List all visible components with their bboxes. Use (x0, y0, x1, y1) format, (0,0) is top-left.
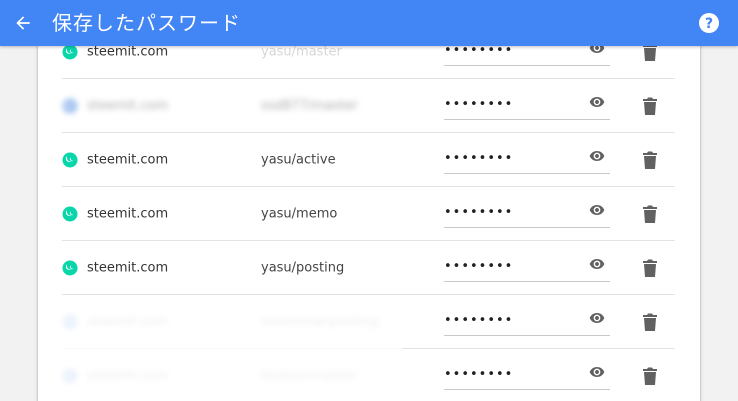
show-password-button[interactable] (586, 147, 608, 165)
site-name[interactable]: steemit.com (87, 261, 168, 276)
username: yasu/active (261, 152, 336, 168)
back-button[interactable] (8, 8, 38, 38)
eye-icon (589, 151, 605, 161)
help-button[interactable]: ? (699, 13, 719, 33)
show-password-button[interactable] (586, 201, 608, 219)
page-title: 保存したパスワード (52, 11, 241, 35)
eye-icon (589, 205, 605, 215)
password-value: •••••••• (444, 151, 514, 166)
eye-icon (589, 97, 605, 107)
site-name[interactable]: steemit.com (87, 153, 168, 168)
password-row: steemit.com yasu/posting •••••••• (62, 241, 675, 295)
eye-icon (589, 367, 605, 377)
show-password-button[interactable] (586, 363, 608, 381)
delete-password-button[interactable] (642, 366, 658, 386)
show-password-button[interactable] (586, 255, 608, 273)
delete-password-button[interactable] (642, 204, 658, 224)
site-name[interactable]: steemit.com (87, 45, 168, 60)
show-password-button[interactable] (586, 309, 608, 327)
password-row: steemit.com ssd877/master •••••••• (62, 79, 675, 133)
password-value: •••••••• (444, 367, 514, 382)
password-field[interactable]: •••••••• (444, 144, 610, 174)
username: ssd877/master (261, 98, 358, 114)
trash-icon (643, 205, 657, 223)
trash-icon (643, 97, 657, 115)
help-icon: ? (699, 13, 719, 33)
eye-icon (589, 313, 605, 323)
password-field[interactable]: •••••••• (444, 360, 610, 390)
site-favicon-icon (62, 206, 78, 222)
password-field[interactable]: •••••••• (444, 198, 610, 228)
delete-password-button[interactable] (642, 258, 658, 278)
svg-text:?: ? (705, 16, 713, 32)
site-favicon-icon (62, 260, 78, 276)
site-favicon-icon (62, 98, 78, 114)
password-value: •••••••• (444, 205, 514, 220)
delete-password-button[interactable] (642, 312, 658, 332)
username: yasu/posting (261, 260, 345, 276)
password-value: •••••••• (444, 313, 514, 328)
password-field[interactable]: •••••••• (444, 90, 610, 120)
site-name[interactable]: steemit.com (87, 99, 168, 114)
trash-icon (643, 151, 657, 169)
delete-password-button[interactable] (642, 150, 658, 170)
trash-icon (643, 367, 657, 385)
password-field[interactable]: •••••••• (444, 306, 610, 336)
screenshot-mask-bottom (44, 305, 402, 401)
eye-icon (589, 259, 605, 269)
password-row: steemit.com yasu/active •••••••• (62, 133, 675, 187)
site-favicon-icon (62, 44, 78, 60)
show-password-button[interactable] (586, 93, 608, 111)
password-value: •••••••• (444, 97, 514, 112)
site-name[interactable]: steemit.com (87, 207, 168, 222)
password-value: •••••••• (444, 259, 514, 274)
username: yasu/memo (261, 206, 338, 222)
screenshot-mask-top (246, 46, 390, 62)
site-favicon-icon (62, 152, 78, 168)
password-row: steemit.com yasu/memo •••••••• (62, 187, 675, 241)
trash-icon (643, 313, 657, 331)
app-header: 保存したパスワード ? (0, 0, 738, 46)
trash-icon (643, 259, 657, 277)
delete-password-button[interactable] (642, 96, 658, 116)
password-field[interactable]: •••••••• (444, 252, 610, 282)
arrow-left-icon (16, 16, 30, 30)
